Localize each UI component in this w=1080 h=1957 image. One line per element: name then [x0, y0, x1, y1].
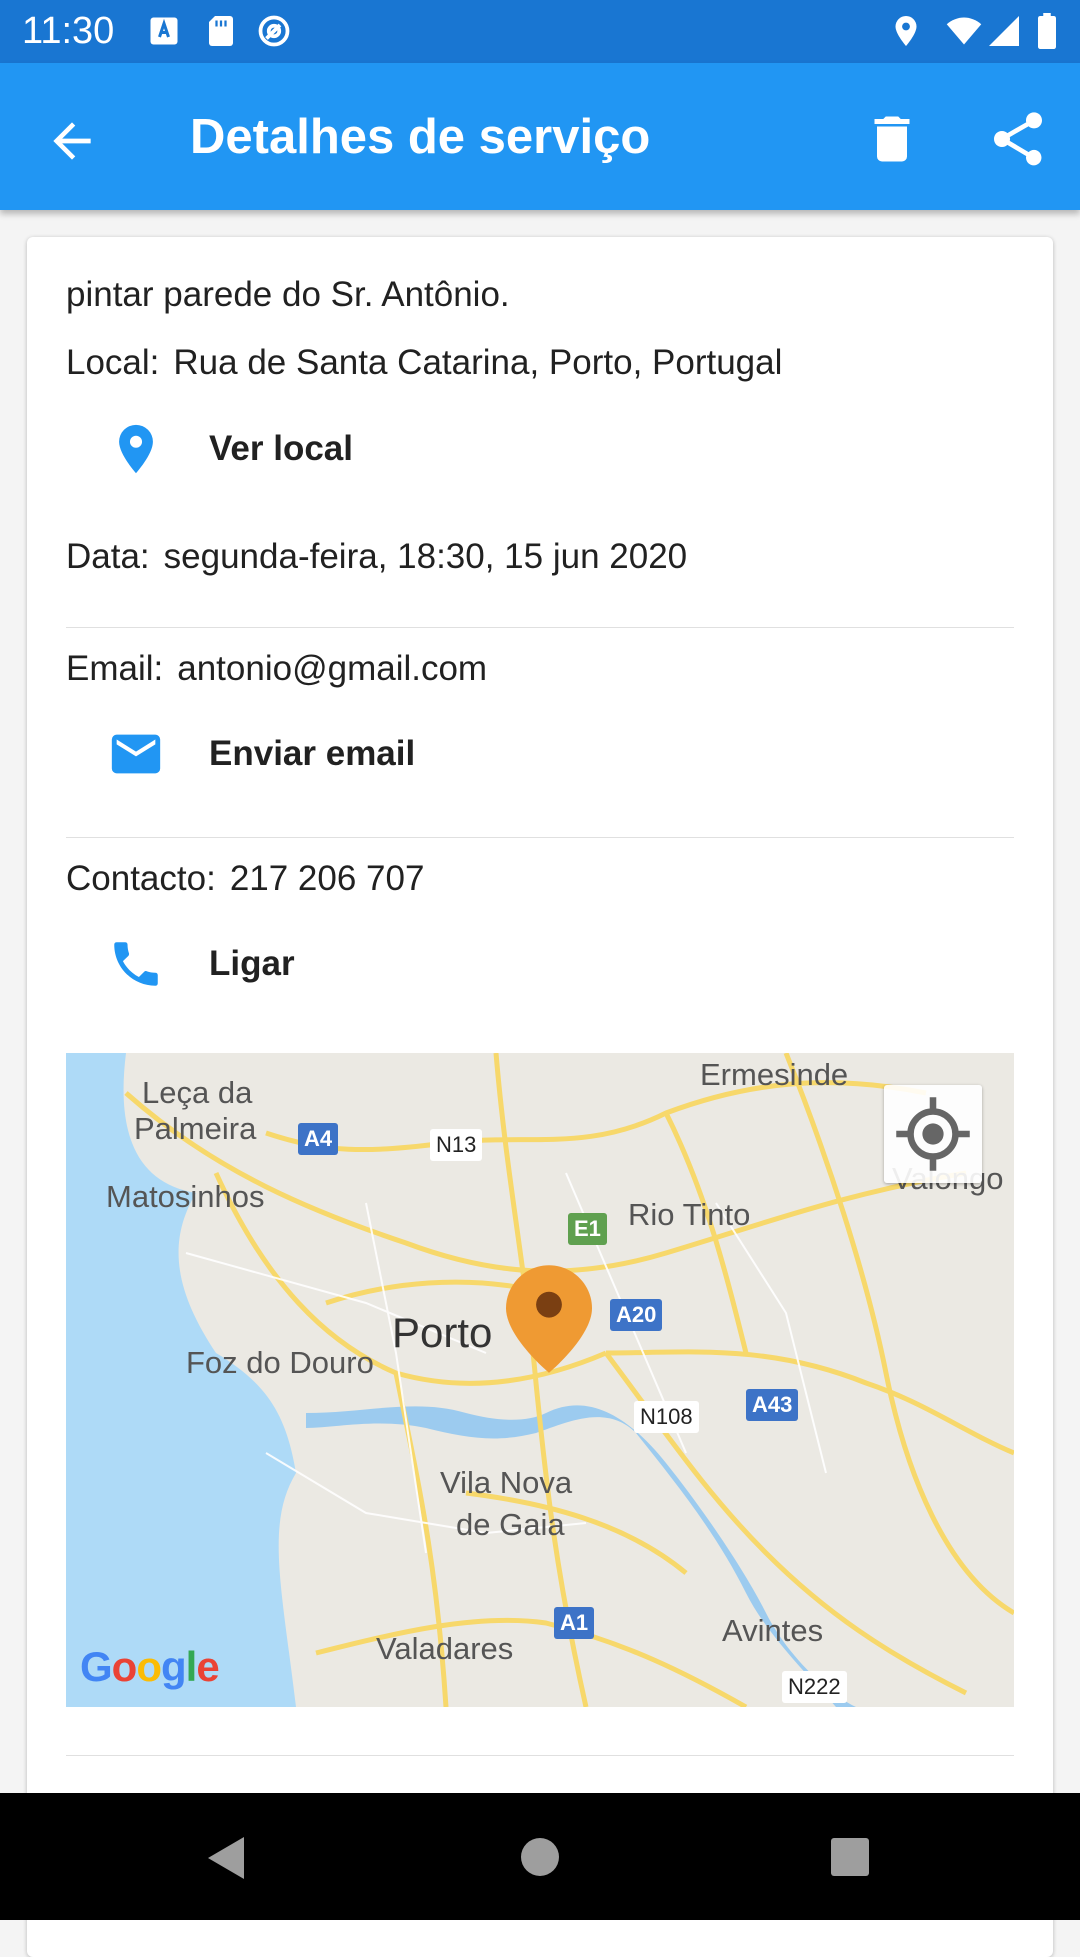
mail-icon	[111, 734, 161, 774]
contact-value: 217 206 707	[229, 859, 425, 898]
send-email-label: Enviar email	[209, 734, 416, 773]
location-row: Local: Rua de Santa Catarina, Porto, Port…	[66, 341, 782, 385]
email-row: Email: antonio@gmail.com	[66, 647, 487, 691]
road-shield: A1	[554, 1607, 595, 1639]
location-label: Local:	[66, 343, 160, 382]
date-row: Data: segunda-feira, 18:30, 15 jun 2020	[66, 535, 687, 579]
delete-icon[interactable]	[862, 107, 922, 171]
my-location-button[interactable]	[884, 1085, 982, 1183]
status-time: 11:30	[22, 10, 115, 52]
divider	[66, 627, 1014, 628]
status-bar: 11:30	[0, 0, 1080, 63]
email-label: Email:	[66, 649, 164, 688]
navigation-bar	[0, 1793, 1080, 1920]
divider	[66, 837, 1014, 838]
map-place-label: Porto	[392, 1309, 493, 1356]
road-label: N108	[634, 1401, 699, 1433]
font-download-icon	[150, 17, 178, 45]
arrow-back-icon[interactable]	[44, 113, 100, 169]
phone-icon	[114, 942, 158, 986]
map-place-label: Matosinhos	[106, 1179, 265, 1214]
email-value: antonio@gmail.com	[177, 649, 488, 688]
sd-card-icon	[209, 16, 233, 46]
google-logo: Google	[80, 1643, 220, 1690]
battery-icon	[1038, 13, 1056, 49]
contact-row: Contacto: 217 206 707	[66, 857, 424, 901]
divider	[66, 1755, 1014, 1756]
location-icon	[895, 16, 917, 46]
page-title: Detalhes de serviço	[190, 110, 651, 164]
road-shield: A20	[610, 1299, 663, 1331]
contact-label: Contacto:	[66, 859, 216, 898]
view-location-label: Ver local	[209, 429, 353, 468]
road-label: N222	[782, 1671, 847, 1703]
date-label: Data:	[66, 537, 150, 576]
recents-square-icon[interactable]	[830, 1837, 870, 1877]
date-value: segunda-feira, 18:30, 15 jun 2020	[163, 537, 688, 576]
map-marker-icon[interactable]	[506, 1265, 592, 1373]
signal-icon	[989, 16, 1019, 46]
share-icon[interactable]	[986, 107, 1050, 171]
view-location-button[interactable]: Ver local	[107, 417, 353, 481]
map-place-label: Rio Tinto	[628, 1197, 751, 1232]
map-place-label: Foz do Douro	[186, 1345, 374, 1380]
map-place-label: Avintes	[722, 1613, 824, 1648]
road-shield: A43	[746, 1389, 799, 1421]
map-place-label: Valadares	[376, 1631, 514, 1666]
call-button[interactable]: Ligar	[107, 932, 295, 996]
send-email-button[interactable]: Enviar email	[107, 722, 415, 786]
service-details-card: pintar parede do Sr. Antônio. Local: Rua …	[27, 237, 1053, 1957]
app-bar: Detalhes de serviço	[0, 63, 1080, 210]
map-place-label: Ermesinde	[700, 1057, 849, 1092]
service-description: pintar parede do Sr. Antônio.	[66, 275, 510, 314]
back-triangle-icon[interactable]	[204, 1835, 248, 1881]
call-label: Ligar	[209, 944, 295, 983]
road-label: N13	[430, 1129, 483, 1161]
location-value: Rua de Santa Catarina, Porto, Portugal	[173, 343, 783, 382]
map-place-label: Vila Nova	[440, 1465, 573, 1500]
map-place-label: Leça da	[142, 1075, 253, 1110]
map-view[interactable]: Leça da Palmeira Matosinhos Ermesinde Va…	[66, 1053, 1014, 1707]
road-shield: A4	[298, 1123, 339, 1155]
road-shield: E1	[568, 1213, 607, 1245]
at-sign-icon	[258, 15, 290, 47]
map-place-label: de Gaia	[456, 1507, 565, 1542]
home-circle-icon[interactable]	[520, 1837, 560, 1877]
my-location-icon	[896, 1097, 970, 1171]
wifi-icon	[946, 17, 982, 45]
place-icon	[119, 424, 153, 474]
map-place-label: Palmeira	[134, 1111, 257, 1146]
